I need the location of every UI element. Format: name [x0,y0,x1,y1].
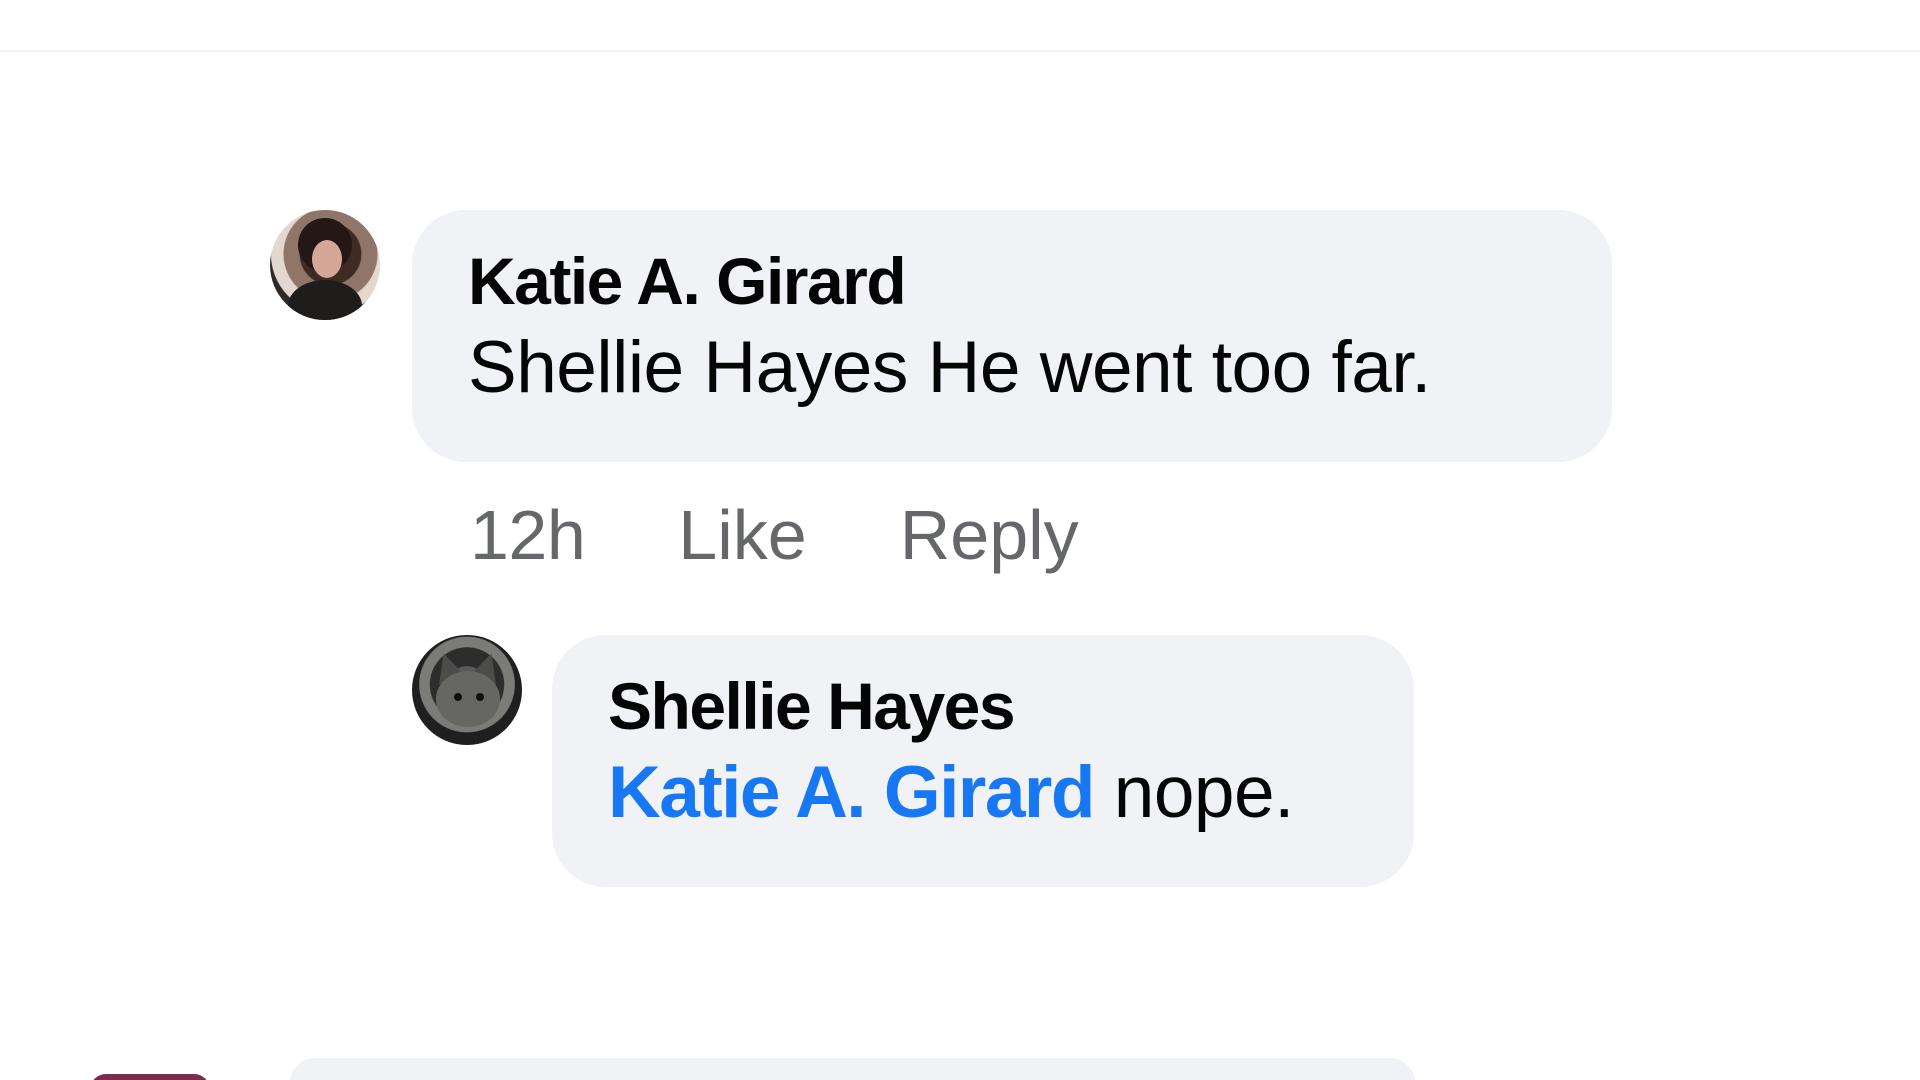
reply-button[interactable]: Reply [900,495,1079,575]
cat-eye-left-icon [454,693,462,701]
comment-thread-screenshot: Katie A. Girard Shellie Hayes He went to… [0,0,1920,1080]
top-divider [0,50,1920,52]
cat-eye-right-icon [476,693,484,701]
reply-comment-bubble: Shellie Hayes Katie A. Girard nope. [552,635,1414,887]
reply-comment-text: Katie A. Girard nope. [608,745,1414,841]
reply-comment-author[interactable]: Shellie Hayes [608,667,1414,745]
next-comment-bubble-edge [290,1058,1415,1080]
next-comment-avatar-edge [90,1074,210,1080]
top-comment-author[interactable]: Katie A. Girard [468,242,1612,320]
katie-avatar-face [312,240,342,278]
top-comment-text: Shellie Hayes He went too far. [468,327,1431,408]
comment-timestamp[interactable]: 12h [470,495,586,575]
cat-avatar[interactable] [412,635,522,745]
katie-avatar-shirt [288,280,362,320]
cat-face-icon [436,671,500,727]
mention-link[interactable]: Katie A. Girard [608,752,1095,833]
comment-actions: 12h Like Reply [470,492,1079,578]
like-button[interactable]: Like [678,495,806,575]
katie-avatar[interactable] [270,210,380,320]
top-comment-bubble: Katie A. Girard Shellie Hayes He went to… [412,210,1612,462]
reply-comment-body: nope. [1093,752,1295,833]
